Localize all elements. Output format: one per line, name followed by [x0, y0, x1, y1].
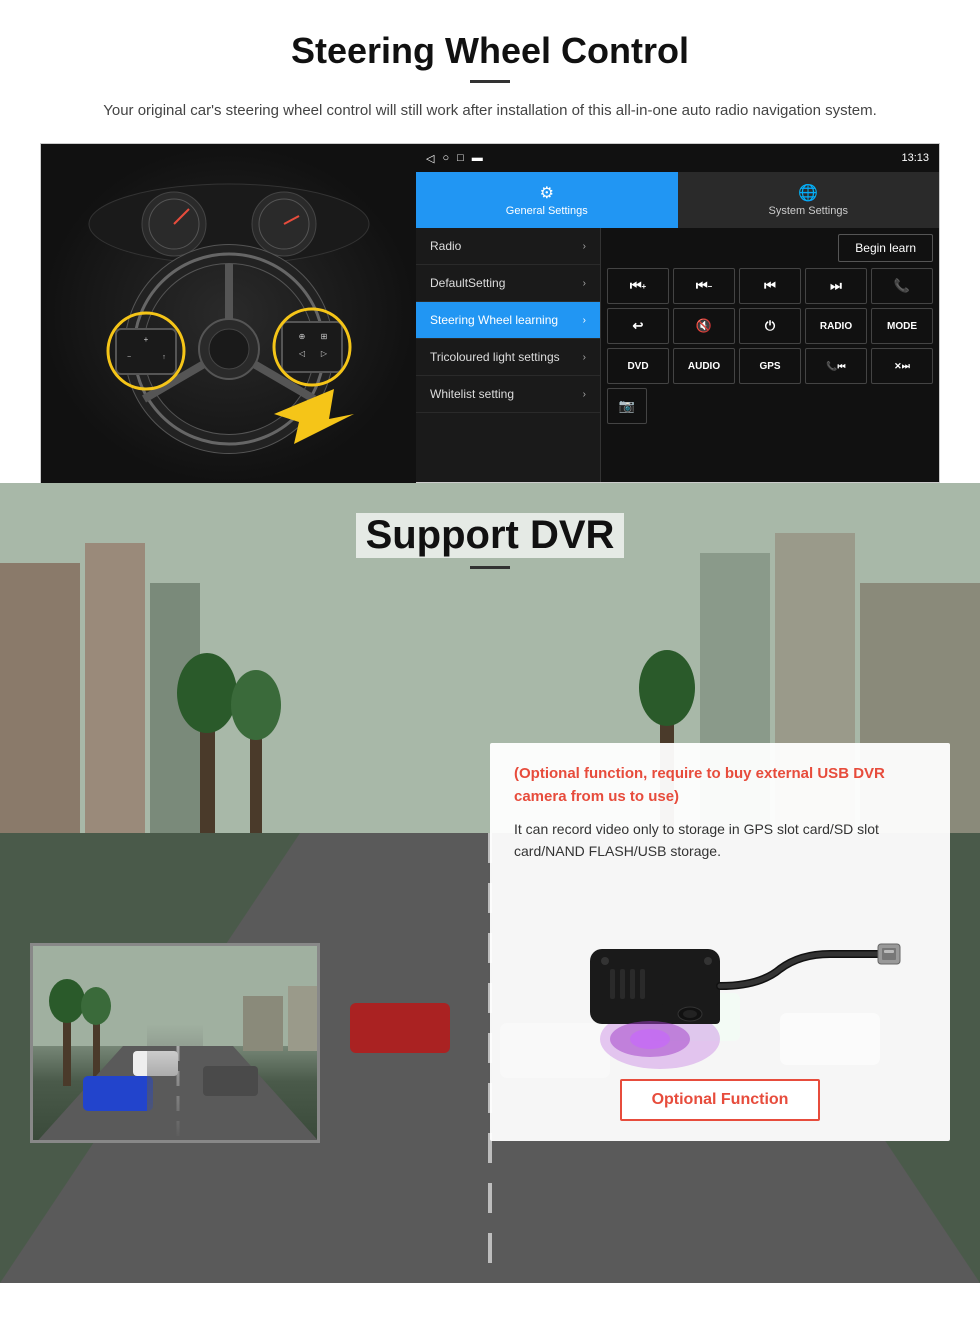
dvr-section: Support DVR — [0, 483, 980, 1283]
steering-wheel-image: + − ↑ ⊕ ⊞ ◁ ▷ — [41, 144, 416, 484]
steering-section: Steering Wheel Control Your original car… — [0, 0, 980, 483]
begin-learn-button[interactable]: Begin learn — [838, 234, 933, 262]
ctrl-prev[interactable]: ⏮ — [739, 268, 801, 304]
menu-item-radio[interactable]: Radio › — [416, 228, 600, 265]
system-settings-label: System Settings — [769, 205, 848, 217]
svg-text:↑: ↑ — [162, 354, 166, 361]
ctrl-row-4: 📷 — [607, 388, 933, 424]
svg-text:−: − — [126, 354, 130, 361]
inset-road-svg — [33, 946, 320, 1143]
dvr-info-card: (Optional function, require to buy exter… — [490, 743, 950, 1141]
ctrl-radio[interactable]: RADIO — [805, 308, 867, 344]
steering-wheel-svg: + − ↑ ⊕ ⊞ ◁ ▷ — [74, 174, 384, 454]
svg-text:+: + — [143, 335, 148, 344]
dvr-screenshot-inset — [30, 943, 320, 1143]
ctrl-audio[interactable]: AUDIO — [673, 348, 735, 384]
begin-learn-row: Begin learn — [607, 234, 933, 262]
control-panel: Begin learn ⏮+ ⏮− ⏮ ⏭ 📞 ↩ 🔇 ⏻ — [601, 228, 939, 482]
svg-text:⊕: ⊕ — [298, 332, 305, 341]
menu-whitelist-chevron: › — [583, 389, 586, 400]
menu-item-whitelist[interactable]: Whitelist setting › — [416, 376, 600, 413]
ctrl-gps[interactable]: GPS — [739, 348, 801, 384]
ctrl-close-next[interactable]: ✕⏭ — [871, 348, 933, 384]
menu-item-steering[interactable]: Steering Wheel learning › — [416, 302, 600, 339]
statusbar-time: 13:13 — [901, 152, 929, 164]
menu-list: Radio › DefaultSetting › Steering Wheel … — [416, 228, 601, 482]
ctrl-row-3: DVD AUDIO GPS 📞⏮ ✕⏭ — [607, 348, 933, 384]
android-body: Radio › DefaultSetting › Steering Wheel … — [416, 228, 939, 482]
ctrl-row-1: ⏮+ ⏮− ⏮ ⏭ 📞 — [607, 268, 933, 304]
android-tabs: ⚙ General Settings 🌐 System Settings — [416, 172, 939, 228]
ctrl-mode[interactable]: MODE — [871, 308, 933, 344]
dvr-title: Support DVR — [356, 513, 625, 558]
general-settings-tab[interactable]: ⚙ General Settings — [416, 172, 678, 228]
steering-divider — [470, 80, 510, 83]
inset-road-scene — [33, 946, 317, 1140]
android-statusbar: ◁ ○ □ ▬ 13:13 — [416, 144, 939, 172]
menu-tricoloured-chevron: › — [583, 352, 586, 363]
menu-icon: ▬ — [472, 152, 483, 164]
ctrl-phone[interactable]: 📞 — [871, 268, 933, 304]
menu-steering-chevron: › — [583, 315, 586, 326]
ctrl-back[interactable]: ↩ — [607, 308, 669, 344]
dvr-desc-text: It can record video only to storage in G… — [514, 818, 926, 863]
ctrl-dvd[interactable]: DVD — [607, 348, 669, 384]
menu-steering-label: Steering Wheel learning — [430, 313, 558, 327]
ctrl-power[interactable]: ⏻ — [739, 308, 801, 344]
ctrl-phone-prev[interactable]: 📞⏮ — [805, 348, 867, 384]
recents-icon: □ — [457, 152, 464, 164]
steering-title: Steering Wheel Control — [40, 30, 940, 72]
dvr-device-image — [514, 879, 926, 1079]
steering-content: + − ↑ ⊕ ⊞ ◁ ▷ — [40, 143, 940, 483]
menu-default-label: DefaultSetting — [430, 276, 505, 290]
svg-text:◁: ◁ — [298, 349, 305, 358]
ctrl-camera[interactable]: 📷 — [607, 388, 647, 424]
ctrl-vol-down[interactable]: ⏮− — [673, 268, 735, 304]
general-settings-label: General Settings — [506, 205, 588, 217]
menu-whitelist-label: Whitelist setting — [430, 387, 514, 401]
system-settings-icon: 🌐 — [798, 183, 818, 203]
dvr-optional-text: (Optional function, require to buy exter… — [514, 763, 926, 808]
ctrl-vol-up[interactable]: ⏮+ — [607, 268, 669, 304]
steering-subtitle: Your original car's steering wheel contr… — [40, 99, 940, 123]
back-icon: ◁ — [426, 152, 434, 165]
home-icon: ○ — [442, 152, 449, 164]
menu-tricoloured-label: Tricoloured light settings — [430, 350, 560, 364]
svg-text:▷: ▷ — [320, 349, 327, 358]
svg-text:⊞: ⊞ — [320, 332, 327, 341]
ctrl-row-2: ↩ 🔇 ⏻ RADIO MODE — [607, 308, 933, 344]
system-settings-tab[interactable]: 🌐 System Settings — [678, 172, 940, 228]
optional-function-button[interactable]: Optional Function — [620, 1079, 821, 1121]
android-panel: ◁ ○ □ ▬ 13:13 ⚙ General Settings 🌐 Syste… — [416, 144, 939, 482]
general-settings-icon: ⚙ — [540, 183, 554, 203]
menu-radio-chevron: › — [583, 241, 586, 252]
dvr-divider — [470, 566, 510, 569]
dvr-title-area: Support DVR — [0, 483, 980, 579]
dvr-camera-svg — [530, 889, 910, 1069]
ctrl-mute[interactable]: 🔇 — [673, 308, 735, 344]
menu-radio-label: Radio — [430, 239, 461, 253]
menu-default-chevron: › — [583, 278, 586, 289]
menu-item-default[interactable]: DefaultSetting › — [416, 265, 600, 302]
menu-item-tricoloured[interactable]: Tricoloured light settings › — [416, 339, 600, 376]
statusbar-nav: ◁ ○ □ ▬ — [426, 152, 483, 165]
ctrl-next[interactable]: ⏭ — [805, 268, 867, 304]
